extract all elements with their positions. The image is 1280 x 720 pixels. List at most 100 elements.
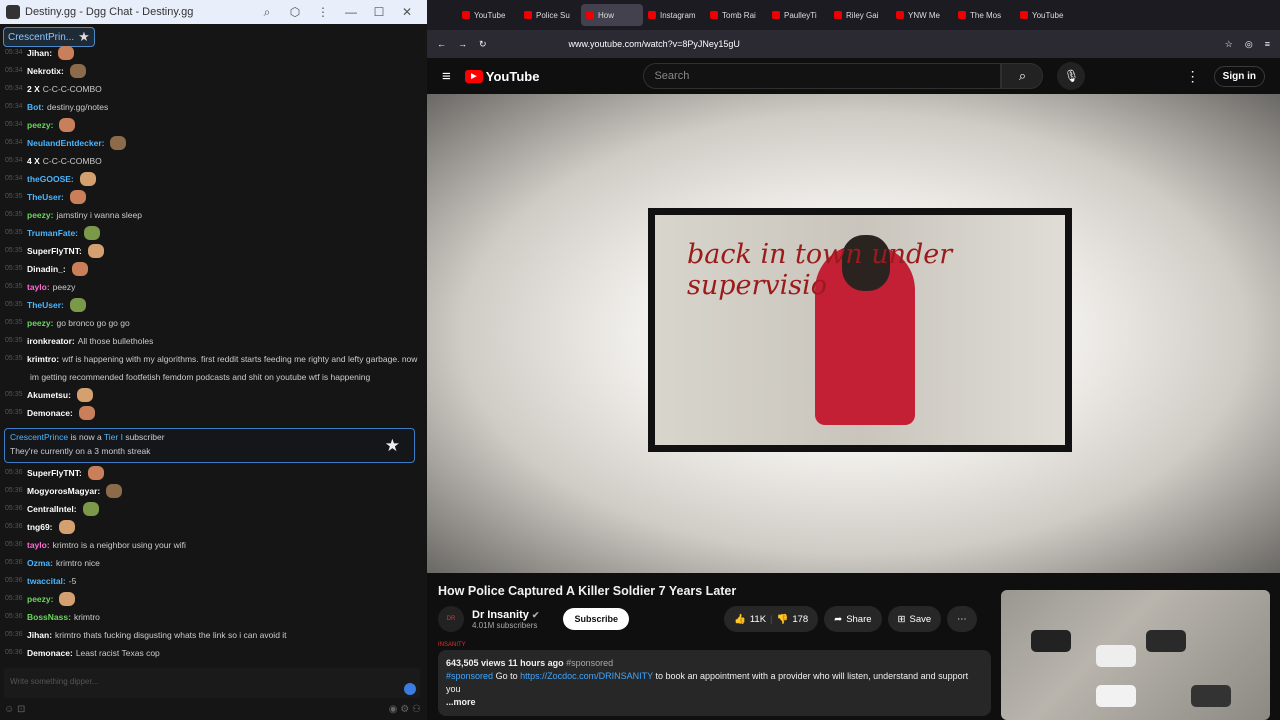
chat-username[interactable]: CentralIntel: xyxy=(27,500,77,518)
browser-tab[interactable]: YouTube xyxy=(457,4,519,26)
chat-username[interactable]: tng69: xyxy=(27,518,53,536)
hamburger-icon[interactable]: ≡ xyxy=(442,68,451,85)
search-icon[interactable]: ⌕ xyxy=(253,5,281,20)
play-icon: ▶ xyxy=(464,69,483,83)
chat-username[interactable]: NeulandEntdecker: xyxy=(27,134,104,152)
chat-username[interactable]: Bot: xyxy=(27,98,44,116)
chat-username[interactable]: SuperFlyTNT: xyxy=(27,242,82,260)
chat-username[interactable]: SuperFlyTNT: xyxy=(27,464,82,482)
emote-icon xyxy=(76,388,93,402)
chat-message: 05:36 Ozma: krimtro nice xyxy=(0,554,427,572)
chat-timestamp: 05:34 xyxy=(5,139,23,146)
chat-username[interactable]: Nekrotix: xyxy=(27,62,64,80)
menu-icon[interactable]: ≡ xyxy=(1265,39,1270,49)
browser-tab[interactable]: YNW Me xyxy=(891,4,953,26)
description-box[interactable]: 643,505 views 11 hours ago #sponsored #s… xyxy=(438,650,991,716)
browser-tab[interactable]: Riley Gai xyxy=(829,4,891,26)
reload-icon[interactable]: ↻ xyxy=(479,39,487,50)
search-input[interactable]: Search xyxy=(643,63,1002,89)
extension-icon[interactable]: ⬡ xyxy=(281,5,309,19)
mic-icon[interactable]: 🎙 xyxy=(1057,62,1086,90)
bookmark-icon[interactable]: ☆ xyxy=(1225,39,1233,50)
minimize-icon[interactable]: — xyxy=(337,5,365,19)
browser-tab[interactable]: The Mos xyxy=(953,4,1015,26)
chat-timestamp: 05:36 xyxy=(5,613,23,620)
menu-icon[interactable]: ⋮ xyxy=(309,5,337,19)
subscribe-button[interactable]: Subscribe xyxy=(563,608,629,630)
chat-username[interactable]: peezy: xyxy=(27,116,53,134)
chat-username[interactable]: peezy: xyxy=(27,206,53,224)
browser-tab[interactable]: Tomb Rai xyxy=(705,4,767,26)
chat-username[interactable]: Akumetsu: xyxy=(27,386,71,404)
chat-timestamp: 05:35 xyxy=(5,391,23,398)
chat-username[interactable]: Jihan: xyxy=(27,44,52,62)
recommended-video-thumbnail[interactable] xyxy=(1001,590,1270,720)
chat-username[interactable]: TheUser: xyxy=(27,188,64,206)
chat-username[interactable]: Ozma: xyxy=(27,554,53,572)
chat-username[interactable]: 2 X xyxy=(27,80,40,98)
desc-text: Go to xyxy=(495,671,518,681)
video-player[interactable]: back in town under supervisio xyxy=(427,94,1280,573)
chat-message: 05:34 peezy: xyxy=(0,116,427,134)
chat-timestamp: 05:36 xyxy=(5,649,23,656)
chat-username[interactable]: 4 X xyxy=(27,152,40,170)
hashtag[interactable]: #sponsored xyxy=(566,658,613,668)
forward-icon[interactable]: → xyxy=(458,39,467,49)
url-bar[interactable]: www.youtube.com/watch?v=8PyJNey15gU xyxy=(569,39,1213,49)
share-button[interactable]: ➦ Share xyxy=(824,606,882,632)
channel-avatar[interactable]: DR INSANITY xyxy=(438,606,466,648)
youtube-logo[interactable]: ▶ YouTube xyxy=(464,69,539,84)
browser-tab[interactable]: PaulleyTi xyxy=(767,4,829,26)
chat-timestamp: 05:35 xyxy=(5,409,23,416)
chat-username[interactable]: MogyorosMagyar: xyxy=(27,482,100,500)
car-shape xyxy=(1146,630,1186,652)
chat-username[interactable]: TrumanFate: xyxy=(27,224,78,242)
chat-username[interactable]: Dinadin_: xyxy=(27,260,66,278)
chat-username[interactable]: krimtro: xyxy=(27,350,59,368)
chat-username[interactable]: BossNass: xyxy=(27,608,71,626)
sub-text-end: subscriber xyxy=(125,432,165,442)
chat-username[interactable]: Demonace: xyxy=(27,404,73,422)
chat-input-placeholder: Write something dipper... xyxy=(10,677,99,686)
desc-link[interactable]: https://Zocdoc.com/DRINSANITY xyxy=(520,671,653,681)
settings-icon[interactable]: ◉ ⚙ ⚇ xyxy=(389,704,421,718)
chat-username[interactable]: Demonace: xyxy=(27,644,73,662)
pinned-user-name: CrescentPrin... xyxy=(8,31,75,43)
like-button[interactable]: 👍 11K | 👎 178 xyxy=(724,606,819,632)
view-count: 643,505 views xyxy=(446,658,506,668)
search-button[interactable]: ⌕ xyxy=(1001,63,1044,89)
channel-name[interactable]: Dr Insanity ✔ xyxy=(472,609,539,621)
close-icon[interactable]: ✕ xyxy=(393,5,421,19)
star-icon[interactable]: ★ xyxy=(78,29,90,45)
maximize-icon[interactable]: ☐ xyxy=(365,5,393,19)
chat-input[interactable]: Write something dipper... xyxy=(4,668,420,698)
chat-username[interactable]: ironkreator: xyxy=(27,332,75,350)
chat-username[interactable]: peezy: xyxy=(27,590,53,608)
desc-hashtag[interactable]: #sponsored xyxy=(446,671,493,681)
divider: | xyxy=(770,613,773,625)
chat-timestamp: 05:36 xyxy=(5,487,23,494)
save-button[interactable]: ⊞ Save xyxy=(887,606,942,632)
back-icon[interactable]: ← xyxy=(437,39,446,49)
show-more-button[interactable]: ...more xyxy=(446,696,983,709)
more-icon[interactable]: ⋮ xyxy=(1186,68,1200,85)
chat-username[interactable]: taylo: xyxy=(27,536,50,554)
chat-username[interactable]: theGOOSE: xyxy=(27,170,74,188)
chat-username[interactable]: taylo: xyxy=(27,278,50,296)
chat-username[interactable]: TheUser: xyxy=(27,296,64,314)
browser-tab[interactable]: Instagram xyxy=(643,4,705,26)
chat-username[interactable]: Jihan: xyxy=(27,626,52,644)
browser-tab[interactable]: Police Su xyxy=(519,4,581,26)
tab-label: The Mos xyxy=(970,10,1002,20)
account-icon[interactable]: ◎ xyxy=(1245,39,1253,50)
chat-username[interactable]: twaccital: xyxy=(27,572,66,590)
subscription-notice: CrescentPrince is now a Tier I subscribe… xyxy=(4,428,415,463)
browser-tab[interactable]: How xyxy=(581,4,643,26)
sub-user[interactable]: CrescentPrince xyxy=(10,432,68,442)
chat-timestamp: 05:35 xyxy=(5,319,23,326)
more-actions-button[interactable]: ⋯ xyxy=(947,606,977,632)
emote-icon[interactable]: ☺ ⊡ xyxy=(4,704,25,718)
sign-in-button[interactable]: Sign in xyxy=(1213,65,1265,87)
chat-username[interactable]: peezy: xyxy=(27,314,53,332)
browser-tab[interactable]: YouTube xyxy=(1015,4,1077,26)
